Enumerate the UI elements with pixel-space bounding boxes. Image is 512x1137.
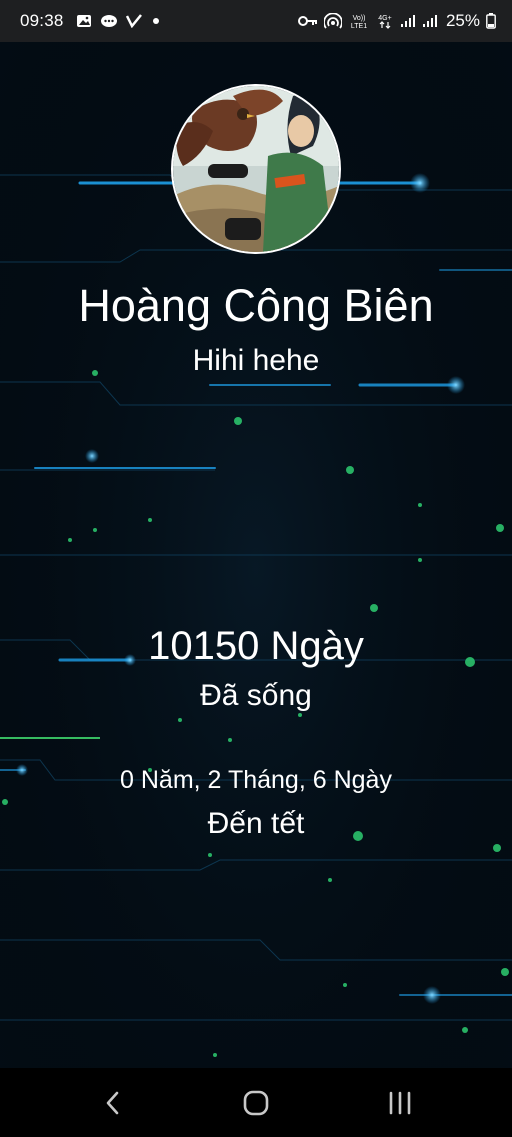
status-time: 09:38 <box>20 11 64 30</box>
days-lived-label: Đã sống <box>200 679 312 712</box>
4g-icon: 4G+ <box>376 12 394 30</box>
profile-name: Hoàng Công Biên <box>78 280 434 331</box>
svg-text:LTE1: LTE1 <box>351 23 367 30</box>
battery-icon <box>486 13 496 29</box>
svg-text:Vo)): Vo)) <box>353 15 366 22</box>
home-button[interactable] <box>211 1068 301 1137</box>
status-bar: 09:38 Vo)) LTE1 4G+ 25% <box>0 0 512 42</box>
home-icon <box>243 1090 269 1115</box>
battery-percent: 25% <box>445 11 480 30</box>
key-icon <box>297 15 318 27</box>
dot-icon <box>150 15 162 27</box>
back-icon <box>106 1091 119 1114</box>
status-left: 09:38 <box>20 0 162 42</box>
navigation-bar <box>0 1068 512 1137</box>
tet-label: Đến tết <box>207 807 305 840</box>
tet-countdown: 0 Năm, 2 Tháng, 6 Ngày <box>120 766 392 794</box>
messenger-icon <box>100 14 118 28</box>
gallery-icon <box>76 14 92 28</box>
svg-text:4G+: 4G+ <box>378 15 391 22</box>
recents-icon <box>389 1091 411 1114</box>
days-lived-count: 10150 Ngày <box>148 624 364 668</box>
recents-button[interactable] <box>355 1068 445 1137</box>
v-app-icon <box>125 14 142 28</box>
signal-icon-2 <box>422 14 438 28</box>
profile-status: Hihi hehe <box>192 344 320 377</box>
status-right: Vo)) LTE1 4G+ 25% <box>297 0 496 42</box>
avatar-illustration <box>173 86 339 252</box>
volte-icon: Vo)) LTE1 <box>348 12 370 30</box>
profile-avatar[interactable] <box>171 84 341 254</box>
hotspot-icon <box>323 13 342 29</box>
signal-icon <box>400 14 416 28</box>
back-button[interactable] <box>68 1068 158 1137</box>
